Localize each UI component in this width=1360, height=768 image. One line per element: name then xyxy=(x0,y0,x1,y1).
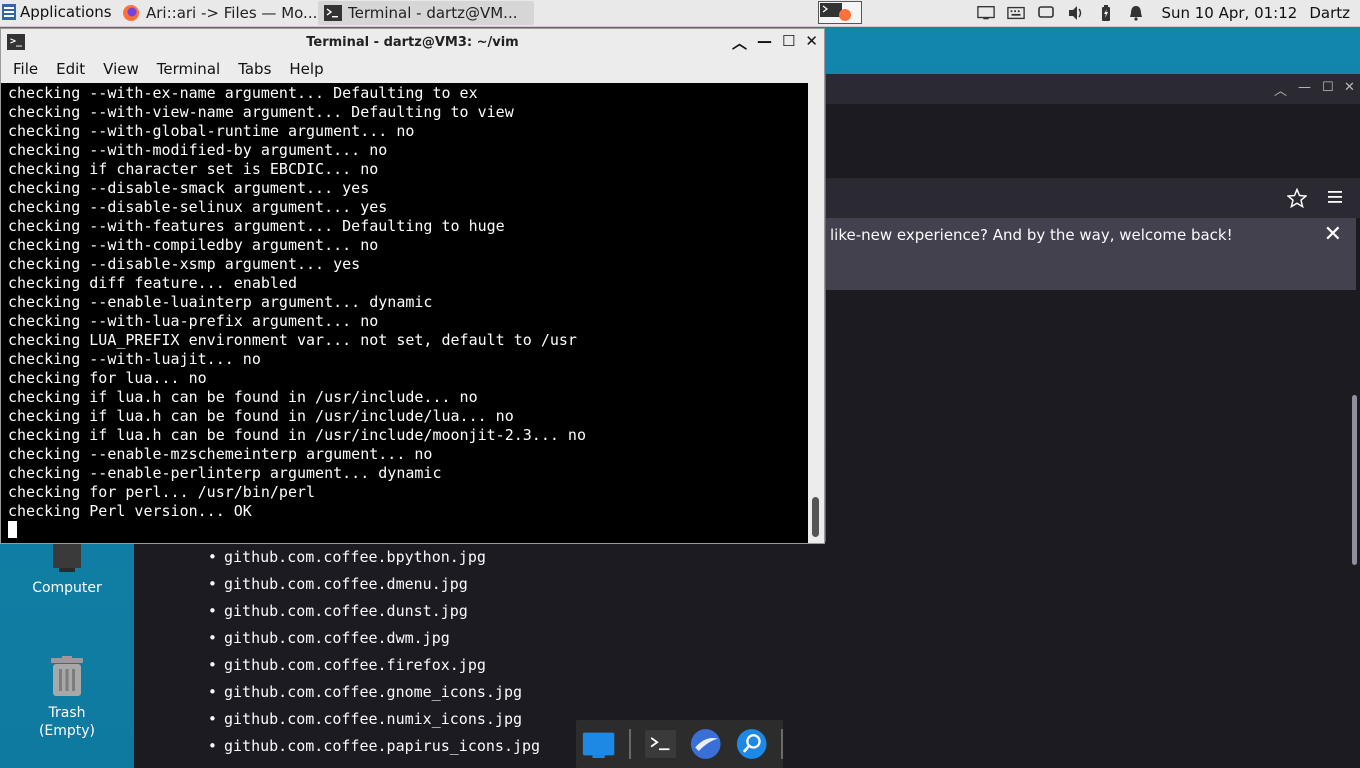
firefox-icon xyxy=(123,5,139,21)
firefox-minimize-icon[interactable]: — xyxy=(1298,80,1311,95)
dock-separator xyxy=(781,729,783,759)
dock-separator xyxy=(629,729,631,759)
applications-menu[interactable]: Applications xyxy=(2,3,112,21)
browser-launcher-icon[interactable] xyxy=(690,726,721,762)
firefox-maximize-icon[interactable]: ☐ xyxy=(1322,80,1334,95)
terminal-titlebar[interactable]: >_ Terminal - dartz@VM3: ~/vim ︿ — ☐ ✕ xyxy=(1,29,824,57)
list-item[interactable]: github.com.coffee.dunst.jpg xyxy=(190,598,540,625)
dock xyxy=(576,720,783,768)
trash-label: Trash (Empty) xyxy=(38,705,96,739)
firefox-notification-bar: like-new experience? And by the way, wel… xyxy=(826,218,1356,290)
firefox-tabstrip xyxy=(826,104,1360,178)
list-item[interactable]: github.com.coffee.bpython.jpg xyxy=(190,544,540,571)
text-cursor xyxy=(8,521,17,538)
menu-help[interactable]: Help xyxy=(277,57,329,83)
hamburger-menu-icon[interactable] xyxy=(1327,190,1343,204)
display-icon[interactable] xyxy=(1037,6,1055,20)
terminal-window[interactable]: >_ Terminal - dartz@VM3: ~/vim ︿ — ☐ ✕ F… xyxy=(0,28,825,544)
terminal-screen[interactable]: checking --with-ex-name argument... Defa… xyxy=(1,83,808,543)
network-icon[interactable] xyxy=(977,6,996,20)
terminal-output: checking --with-ex-name argument... Defa… xyxy=(8,84,586,520)
firefox-scrollbar-thumb[interactable] xyxy=(1352,395,1357,565)
firefox-toolbar xyxy=(826,178,1360,218)
keyboard-icon[interactable] xyxy=(1007,6,1026,20)
battery-icon[interactable] xyxy=(1097,5,1115,21)
computer-label: Computer xyxy=(32,580,102,596)
list-item[interactable]: github.com.coffee.gnome_icons.jpg xyxy=(190,679,540,706)
minimize-icon[interactable]: — xyxy=(757,32,772,53)
top-panel: Applications Ari::ari -> Files — Mo... T… xyxy=(0,0,1360,27)
menu-view[interactable]: View xyxy=(91,57,145,83)
firefox-up-icon[interactable]: ︿ xyxy=(1274,80,1287,99)
system-tray: Sun 10 Apr, 01:12 Dartz xyxy=(977,0,1360,26)
list-item[interactable]: github.com.coffee.numix_icons.jpg xyxy=(190,706,540,733)
close-notification-icon[interactable]: ✕ xyxy=(1324,222,1342,247)
user-name[interactable]: Dartz xyxy=(1309,4,1350,22)
clock[interactable]: Sun 10 Apr, 01:12 xyxy=(1161,4,1297,22)
list-item[interactable]: github.com.coffee.papirus_icons.jpg xyxy=(190,733,540,760)
taskbar-item-label: Ari::ari -> Files — Mo... xyxy=(146,4,318,22)
bookmark-star-icon[interactable] xyxy=(1287,188,1307,208)
firefox-close-icon[interactable]: ✕ xyxy=(1344,80,1355,95)
firefox-titlebar[interactable]: ︿ — ☐ ✕ xyxy=(826,74,1360,104)
notifications-bell-icon[interactable] xyxy=(1127,6,1145,21)
volume-icon[interactable] xyxy=(1067,6,1085,20)
firefox-content-area xyxy=(826,290,1349,542)
show-desktop-icon[interactable] xyxy=(582,727,615,761)
taskbar-item-terminal[interactable]: Terminal - dartz@VM... xyxy=(318,1,534,25)
keep-above-icon[interactable]: ︿ xyxy=(732,32,747,53)
terminal-menubar: File Edit View Terminal Tabs Help xyxy=(1,57,824,83)
terminal-scrollbar[interactable] xyxy=(808,83,824,543)
terminal-scrollbar-thumb[interactable] xyxy=(812,497,819,537)
taskbar-item-label: Terminal - dartz@VM... xyxy=(348,4,518,22)
terminal-icon xyxy=(324,5,342,21)
menu-terminal[interactable]: Terminal xyxy=(145,57,226,83)
desktop-icon-computer[interactable]: Computer xyxy=(12,538,122,596)
menu-file[interactable]: File xyxy=(1,57,44,83)
desktop-icon-trash[interactable]: Trash (Empty) xyxy=(12,656,122,740)
close-icon[interactable]: ✕ xyxy=(805,32,818,53)
taskbar-item-firefox[interactable]: Ari::ari -> Files — Mo... xyxy=(116,1,324,25)
workspace-switcher[interactable] xyxy=(818,1,862,24)
window-title: Terminal - dartz@VM3: ~/vim xyxy=(306,35,519,50)
list-item[interactable]: github.com.coffee.dwm.jpg xyxy=(190,625,540,652)
menu-edit[interactable]: Edit xyxy=(44,57,91,83)
terminal-launcher-icon[interactable] xyxy=(644,728,677,760)
maximize-icon[interactable]: ☐ xyxy=(782,32,795,53)
applications-label: Applications xyxy=(20,3,112,21)
list-item[interactable]: github.com.coffee.firefox.jpg xyxy=(190,652,540,679)
list-item[interactable]: github.com.coffee.dmenu.jpg xyxy=(190,571,540,598)
file-list: github.com.coffee.bpython.jpg github.com… xyxy=(190,544,540,760)
notification-message: like-new experience? And by the way, wel… xyxy=(830,226,1233,244)
trash-icon xyxy=(51,656,83,696)
search-launcher-icon[interactable] xyxy=(736,726,767,762)
workspace-preview-icon xyxy=(820,3,851,21)
menu-tabs[interactable]: Tabs xyxy=(226,57,277,83)
applications-menu-icon xyxy=(2,4,16,20)
